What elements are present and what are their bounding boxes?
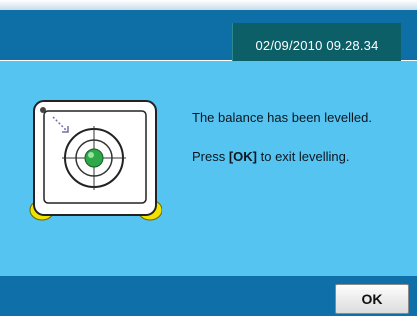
- levelled-message: The balance has been levelled.: [192, 110, 372, 125]
- corner-marker-icon: [40, 107, 46, 113]
- levelling-screen: 02/09/2010 09.28.34 The balance has been…: [0, 0, 417, 316]
- ok-button[interactable]: OK: [335, 284, 409, 314]
- balance-level-indicator-icon: [26, 95, 163, 225]
- header-bar: 02/09/2010 09.28.34: [0, 0, 417, 71]
- instruction-suffix: to exit levelling.: [257, 149, 350, 164]
- header-top-fade: [0, 0, 417, 10]
- instruction-ok-key: [OK]: [228, 149, 258, 164]
- datetime-text: 02/09/2010 09.28.34: [255, 38, 379, 53]
- exit-instruction: Press [OK] to exit levelling.: [192, 149, 350, 164]
- level-bubble-icon: [84, 148, 104, 168]
- bubble-highlight-icon: [88, 152, 94, 158]
- instruction-prefix: Press: [192, 149, 229, 164]
- footer-bar: OK: [0, 276, 417, 316]
